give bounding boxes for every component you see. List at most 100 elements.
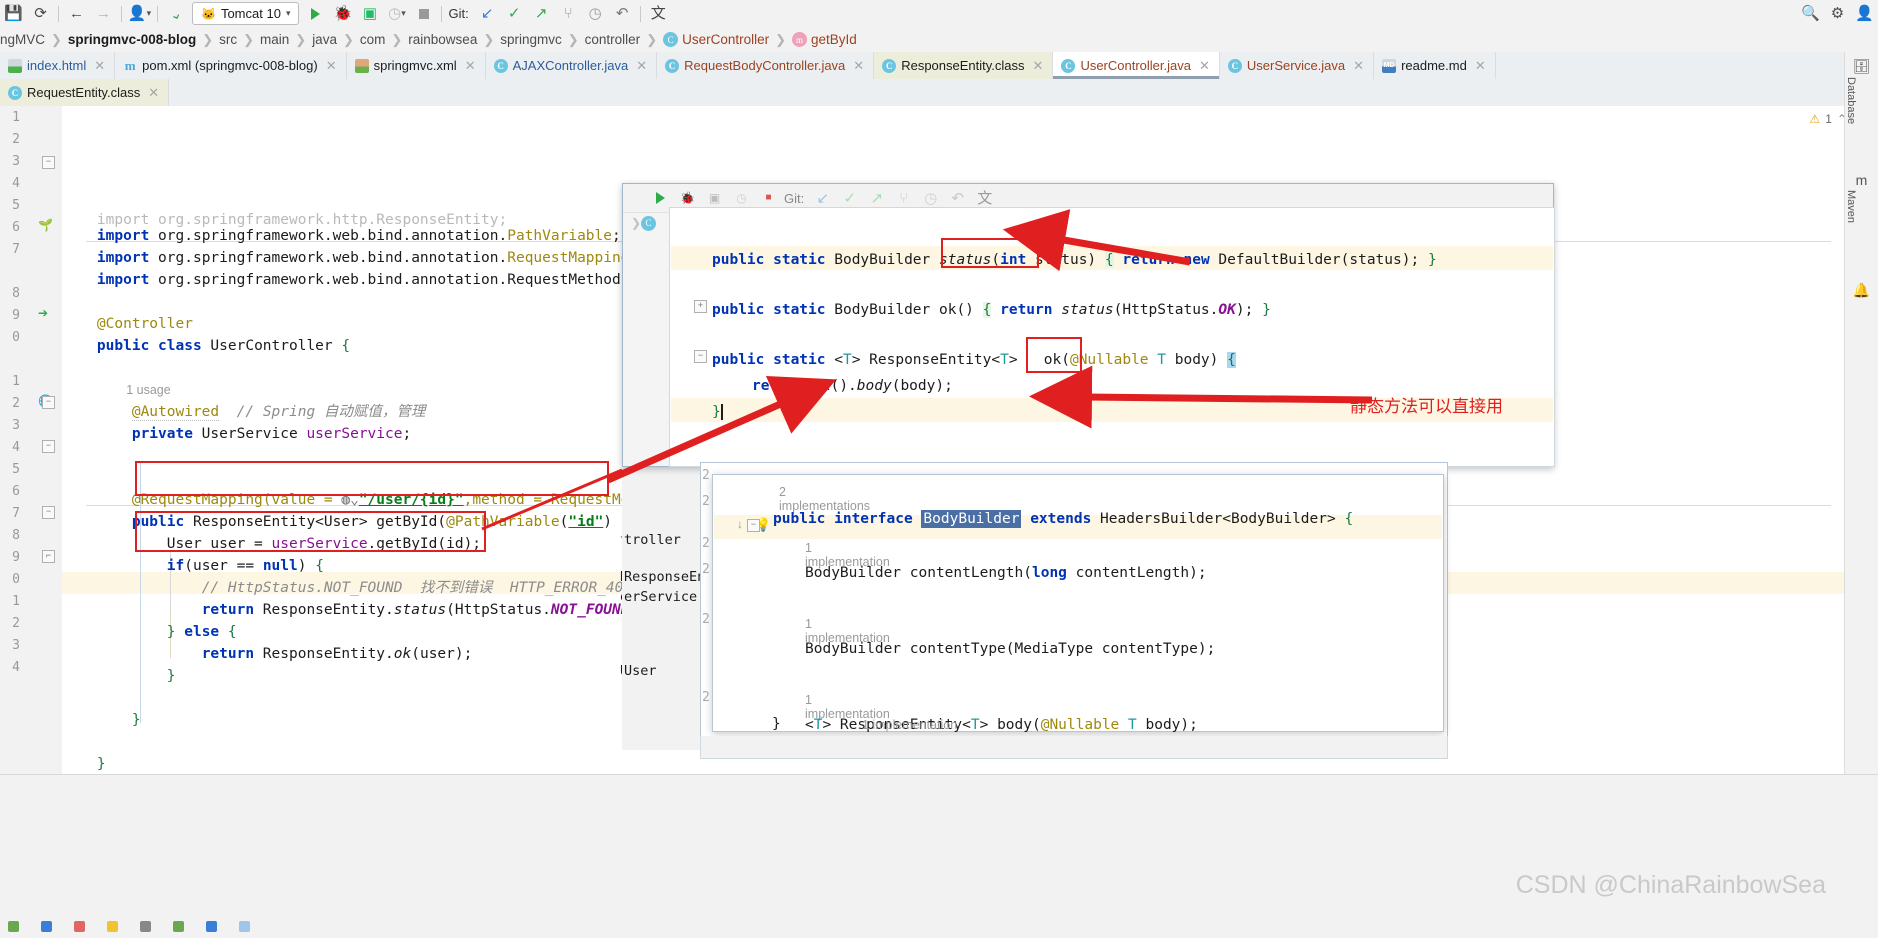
- status-item-todo[interactable]: [239, 921, 250, 932]
- breadcrumb-item-src[interactable]: src: [219, 32, 237, 47]
- close-icon[interactable]: ✕: [853, 58, 864, 74]
- status-item-build[interactable]: [206, 921, 217, 932]
- save-icon[interactable]: 💾: [0, 2, 27, 26]
- editor-gutter[interactable]: 123456789012345678901234🌱➔🌐−−−−⌐: [0, 106, 62, 774]
- run-button[interactable]: [302, 2, 329, 26]
- editor-tab-index-html[interactable]: index.html ✕: [0, 52, 115, 79]
- close-icon[interactable]: ✕: [148, 85, 159, 101]
- account-icon[interactable]: 👤: [1851, 2, 1878, 26]
- implementations-count[interactable]: 2 implementations: [779, 485, 870, 513]
- close-icon[interactable]: ✕: [1353, 58, 1364, 74]
- breadcrumb-item-java[interactable]: java: [312, 32, 337, 47]
- chinese-annotation-note: 静态方法可以直接用: [1350, 392, 1503, 417]
- profiler-icon[interactable]: ◷▾: [383, 2, 410, 26]
- breadcrumb-label: getById: [811, 32, 857, 47]
- ok-user-return-box: [135, 511, 486, 552]
- gutter-line-number: 8: [0, 286, 20, 301]
- fold-icon[interactable]: −: [42, 506, 55, 519]
- markdown-file-icon: MD: [1382, 59, 1396, 73]
- close-icon[interactable]: ✕: [1475, 58, 1486, 74]
- fold-icon[interactable]: −: [694, 350, 707, 363]
- git-push-icon[interactable]: ↗: [528, 2, 555, 26]
- fold-icon[interactable]: ⌐: [42, 550, 55, 563]
- toolbar-divider: [157, 6, 158, 22]
- autowired-gutter-icon[interactable]: ➔: [38, 306, 54, 322]
- translate-icon[interactable]: 文: [645, 2, 672, 26]
- editor-tab-requestbodycontroller-java[interactable]: CRequestBodyController.java✕: [657, 52, 874, 79]
- popup-editor-body[interactable]: + + − 💡 public static BodyBuilder status…: [669, 207, 1555, 467]
- undo-icon[interactable]: ↶: [609, 2, 636, 26]
- behind-label-userservice-2: erService: [624, 589, 697, 605]
- status-item-run[interactable]: [41, 921, 52, 932]
- editor-tab-usercontroller-java[interactable]: CUserController.java✕: [1053, 52, 1219, 79]
- stop-button[interactable]: [410, 2, 437, 26]
- git-commit-icon[interactable]: ✓: [501, 2, 528, 26]
- close-icon[interactable]: ✕: [1033, 58, 1044, 74]
- spring-bean-gutter-icon[interactable]: 🌱: [38, 218, 54, 234]
- sidebar-item-notifications[interactable]: 🔔: [1845, 282, 1878, 299]
- git-branch-icon[interactable]: ⑂: [555, 2, 582, 26]
- breadcrumb-item-springmvc-008-blog[interactable]: springmvc-008-blog: [68, 32, 196, 47]
- breadcrumb-item-controller[interactable]: controller: [585, 32, 641, 47]
- implementation-signature-1: BodyBuilder contentLength(long contentLe…: [805, 565, 1207, 581]
- status-item-git[interactable]: [8, 921, 19, 932]
- close-icon[interactable]: ✕: [94, 58, 105, 74]
- fold-icon[interactable]: −: [747, 519, 760, 532]
- close-icon[interactable]: ✕: [326, 58, 337, 74]
- fold-icon[interactable]: −: [42, 440, 55, 453]
- breadcrumb-item-main[interactable]: main: [260, 32, 289, 47]
- gutter-line-number: 6: [0, 220, 20, 235]
- run-configuration-label: Tomcat 10: [221, 6, 281, 21]
- editor-tab-userservice-java[interactable]: CUserService.java✕: [1220, 52, 1374, 79]
- sync-icon[interactable]: ⟳: [27, 2, 54, 26]
- editor-tab-responseentity-class[interactable]: CResponseEntity.class✕: [874, 52, 1053, 79]
- gear-icon[interactable]: ⚙: [1824, 2, 1851, 26]
- tab-label: index.html: [27, 58, 86, 73]
- breadcrumb-item-com[interactable]: com: [360, 32, 386, 47]
- git-update-icon[interactable]: ↙: [474, 2, 501, 26]
- breadcrumb-item-getbyid[interactable]: mgetById: [792, 32, 857, 47]
- popup2-footer: [700, 736, 1448, 759]
- editor-tab-pom-xml-springmvc-008-blog-[interactable]: mpom.xml (springmvc-008-blog)✕: [115, 52, 346, 79]
- breadcrumb-item-rainbowsea[interactable]: rainbowsea: [408, 32, 477, 47]
- breadcrumb-separator: ❯: [243, 32, 254, 48]
- debug-icon[interactable]: 🐞: [329, 2, 356, 26]
- responseentity-source-popup[interactable]: 🐞 ▣ ◷ ■ Git: ↙ ✓ ↗ ⑂ ◷ ↶ 文 ❯ C + + − 💡: [622, 183, 1554, 467]
- status-item-debug[interactable]: [74, 921, 85, 932]
- close-icon[interactable]: ✕: [1199, 58, 1210, 74]
- status-item-services[interactable]: [173, 921, 184, 932]
- editor-tab-ajaxcontroller-java[interactable]: CAJAXController.java✕: [486, 52, 658, 79]
- fold-icon[interactable]: +: [694, 300, 707, 313]
- tab-label: UserService.java: [1247, 58, 1345, 73]
- implemented-arrow-icon[interactable]: ↓: [737, 517, 743, 531]
- editor-tab-springmvc-xml[interactable]: springmvc.xml✕: [347, 52, 486, 79]
- run-configuration-selector[interactable]: 🐱 Tomcat 10 ▾: [192, 2, 299, 25]
- forward-arrow-icon[interactable]: →: [90, 2, 117, 26]
- user-icon[interactable]: 👤▾: [126, 2, 153, 26]
- sidebar-item-maven[interactable]: m Maven: [1845, 172, 1878, 223]
- breadcrumb-item-usercontroller[interactable]: CUserController: [663, 32, 769, 47]
- behind-gutter-number: 2: [702, 494, 710, 509]
- status-item-terminal[interactable]: [140, 921, 151, 932]
- implementations-popup[interactable]: 💡 ↓ − 2 implementations public interface…: [712, 474, 1444, 732]
- popup2-footer-count[interactable]: 1 implementation: [862, 718, 957, 732]
- back-arrow-icon[interactable]: ←: [63, 2, 90, 26]
- sidebar-item-database[interactable]: 🗄 Database: [1845, 58, 1878, 124]
- gutter-line-number: 3: [0, 154, 20, 169]
- history-icon[interactable]: ◷: [582, 2, 609, 26]
- editor-tab-readme-md[interactable]: MDreadme.md✕: [1374, 52, 1496, 79]
- status-item-problems[interactable]: [107, 921, 118, 932]
- search-icon[interactable]: 🔍: [1797, 2, 1824, 26]
- breadcrumb-item-springmvc[interactable]: springmvc: [500, 32, 562, 47]
- wrench-icon[interactable]: ⌄: [159, 0, 193, 29]
- fold-icon[interactable]: −: [42, 156, 55, 169]
- close-icon[interactable]: ✕: [636, 58, 647, 74]
- close-icon[interactable]: ✕: [465, 58, 476, 74]
- breadcrumb-label: rainbowsea: [408, 32, 477, 47]
- class-file-icon: C: [8, 86, 22, 100]
- usage-hint[interactable]: 1 usage: [126, 383, 170, 397]
- editor-tab-requestentity-class[interactable]: CRequestEntity.class✕: [0, 79, 169, 106]
- fold-icon[interactable]: −: [42, 396, 55, 409]
- breadcrumb-item-ngmvc[interactable]: ngMVC: [0, 32, 45, 47]
- run-with-coverage-icon[interactable]: ▣: [356, 2, 383, 26]
